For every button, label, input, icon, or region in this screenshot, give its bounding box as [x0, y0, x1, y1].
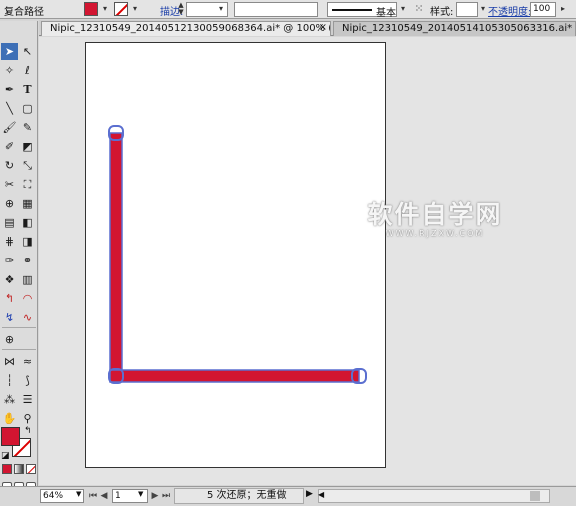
- brush-definition-field[interactable]: 基本: [327, 2, 397, 19]
- brush-dropdown-icon[interactable]: ▾: [398, 2, 408, 16]
- eyedropper-tool-icon[interactable]: ✑: [1, 252, 18, 269]
- horizontal-stroke[interactable]: [109, 369, 360, 383]
- watermark-main: 软件自学网: [367, 200, 503, 229]
- fill-dropdown-icon[interactable]: ▾: [100, 2, 110, 16]
- scroll-left-icon[interactable]: ◀: [318, 490, 324, 499]
- artboard-tool-icon[interactable]: ⊕: [1, 331, 18, 348]
- stroke-dropdown-icon[interactable]: ▾: [130, 2, 140, 16]
- selection-type-label: 复合路径: [4, 7, 44, 18]
- vertical-stroke[interactable]: [109, 132, 123, 382]
- scroll-thumb[interactable]: [530, 491, 540, 501]
- variable-width-profile-field[interactable]: [234, 2, 318, 17]
- first-artboard-icon[interactable]: ⏮: [88, 489, 98, 503]
- line-tool-icon[interactable]: ╲: [1, 100, 18, 117]
- live-paint-tool-icon[interactable]: ▦: [19, 195, 36, 212]
- hand-tool-icon[interactable]: ✋: [1, 410, 18, 427]
- l-shape-compound-path[interactable]: [86, 43, 387, 469]
- style-label: 样式:: [430, 7, 454, 18]
- zoom-tool-icon[interactable]: ⚲: [19, 410, 36, 427]
- fill-color-box[interactable]: [1, 427, 20, 446]
- fill-color-swatch[interactable]: [84, 2, 98, 16]
- warp-wave-tool-icon[interactable]: ≈: [19, 353, 36, 370]
- brush-options-icon[interactable]: ⁙: [412, 2, 426, 16]
- smooth-tool-icon[interactable]: ∿: [19, 309, 36, 326]
- document-tab-bar: Nipic_12310549_20140512130059068364.ai* …: [39, 20, 576, 36]
- paintbrush-tool-icon[interactable]: 🖌: [1, 119, 18, 136]
- lasso-tool-icon[interactable]: ℓ: [19, 62, 36, 79]
- graph-tool-icon[interactable]: ┆: [1, 372, 18, 389]
- direct-selection-tool-icon[interactable]: ↖: [19, 43, 36, 60]
- slice-tool-icon[interactable]: ⟆: [19, 372, 36, 389]
- none-mode-icon[interactable]: [26, 464, 36, 474]
- color-mode-icon[interactable]: [2, 464, 12, 474]
- free-transform-tool-icon[interactable]: ⛶: [19, 176, 36, 193]
- scissors-tool-icon[interactable]: ↯: [1, 309, 18, 326]
- rotate-tool-icon[interactable]: ↻: [1, 157, 18, 174]
- pencil-tool-icon[interactable]: ✎: [19, 119, 36, 136]
- pen-tool-icon[interactable]: ✒: [1, 81, 18, 98]
- opacity-field[interactable]: 100: [530, 2, 556, 17]
- artboard-dropdown-icon[interactable]: ▼: [138, 490, 143, 498]
- document-tab[interactable]: Nipic_12310549_20140514105305063316.ai* …: [333, 21, 576, 36]
- watermark: 软件自学网 WWW.RJZXW.COM: [360, 195, 510, 238]
- canvas-area[interactable]: 软件自学网 WWW.RJZXW.COM: [39, 37, 576, 485]
- magic-wand-tool-icon[interactable]: ✧: [1, 62, 18, 79]
- type-tool-icon[interactable]: T: [19, 81, 36, 98]
- stroke-weight-dropdown-icon[interactable]: ▾: [216, 2, 226, 16]
- column-graph-tool-icon[interactable]: ▥: [19, 271, 36, 288]
- opacity-label[interactable]: 不透明度:: [488, 3, 531, 18]
- swap-fill-stroke-icon[interactable]: ↰: [24, 426, 32, 436]
- close-icon[interactable]: ×: [319, 22, 327, 33]
- horizontal-scrollbar[interactable]: [318, 489, 550, 503]
- width-tool-icon[interactable]: ⋈: [1, 353, 18, 370]
- gradient-tool-icon[interactable]: ◧: [19, 214, 36, 231]
- blob-brush-tool-icon[interactable]: ✐: [1, 138, 18, 155]
- perspective-grid-tool-icon[interactable]: ▤: [1, 214, 18, 231]
- selection-tool-icon[interactable]: ➤: [1, 43, 18, 60]
- gradient-mesh-tool-icon[interactable]: ◨: [19, 233, 36, 250]
- control-bar: 复合路径 ▾ ▾ 描边: ▲ ▼ ▾ 基本 ▾ ⁙ 样式: ▾ 不透明度: 100…: [0, 0, 576, 19]
- gradient-mode-icon[interactable]: [14, 464, 24, 474]
- stroke-weight-spinner-icon[interactable]: ▲ ▼: [176, 2, 186, 16]
- rectangle-tool-icon[interactable]: ▢: [19, 100, 36, 117]
- warp-tool-icon[interactable]: ✂: [1, 176, 18, 193]
- list-tool-icon[interactable]: ☰: [19, 391, 36, 408]
- symbol-sprayer-tool-icon[interactable]: ❖: [1, 271, 18, 288]
- tools-panel: ➤ ↖ ✧ ℓ ✒ T ╲ ▢ 🖌 ✎ ✐ ◩ ↻ ⤡ ✂ ⛶ ⊕ ▦ ▤ ◧ …: [0, 21, 38, 492]
- status-menu-icon[interactable]: ▶: [306, 489, 313, 499]
- last-artboard-icon[interactable]: ⏭: [161, 489, 171, 503]
- graphic-style-field[interactable]: [456, 2, 478, 17]
- tab-label: Nipic_12310549_20140512130059068364.ai* …: [50, 23, 331, 34]
- blend-tool-icon[interactable]: ⚭: [19, 252, 36, 269]
- zoom-dropdown-icon[interactable]: ▼: [76, 490, 81, 498]
- shape-builder-tool-icon[interactable]: ⊕: [1, 195, 18, 212]
- document-tab[interactable]: Nipic_12310549_20140512130059068364.ai* …: [41, 21, 331, 36]
- default-colors-icon[interactable]: ◪: [1, 451, 10, 461]
- reshape-tool-icon[interactable]: ↰: [1, 290, 18, 307]
- artboard[interactable]: [85, 42, 386, 468]
- arc-tool-icon[interactable]: ◠: [19, 290, 36, 307]
- opacity-dropdown-icon[interactable]: ▸: [558, 2, 568, 16]
- previous-artboard-icon[interactable]: ◀: [99, 489, 109, 503]
- style-dropdown-icon[interactable]: ▾: [478, 2, 488, 16]
- next-artboard-icon[interactable]: ▶: [150, 489, 160, 503]
- brush-name: 基本: [376, 8, 396, 19]
- eraser-tool-icon[interactable]: ◩: [19, 138, 36, 155]
- status-message: 5 次还原；无重做: [174, 488, 304, 504]
- anchor-points[interactable]: [108, 125, 367, 384]
- mesh-tool-icon[interactable]: ⋕: [1, 233, 18, 250]
- knife-tool-icon[interactable]: ⁂: [1, 391, 18, 408]
- tab-label: Nipic_12310549_20140514105305063316.ai* …: [342, 23, 575, 34]
- scale-tool-icon[interactable]: ⤡: [19, 157, 36, 174]
- status-bar: 64% ▼ ⏮ ◀ 1 ▼ ▶ ⏭ 5 次还原；无重做 ▶ ◀: [0, 486, 576, 506]
- stroke-color-swatch[interactable]: [114, 2, 128, 16]
